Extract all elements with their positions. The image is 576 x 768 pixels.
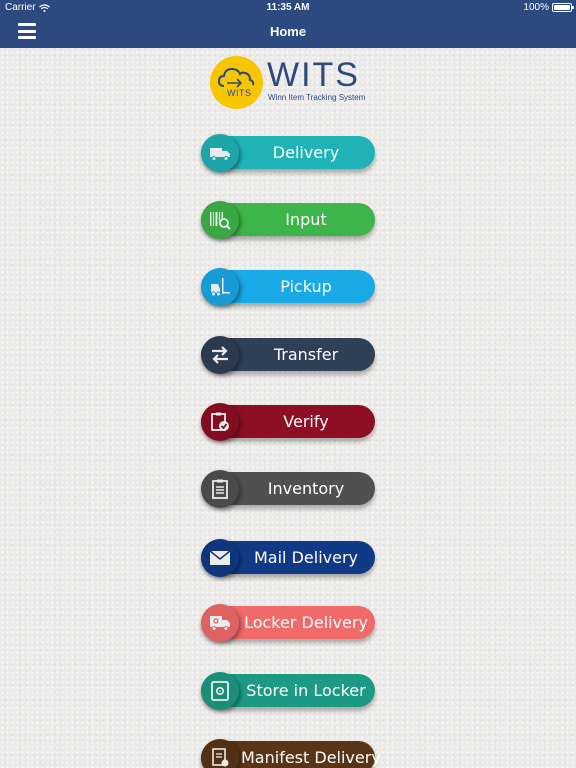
store-in-locker-label: Store in Locker	[246, 681, 366, 700]
manifest-delivery-label: Manifest Delivery	[241, 748, 381, 767]
transfer-arrows-icon	[201, 336, 239, 374]
mail-delivery-label: Mail Delivery	[254, 548, 358, 567]
forklift-icon	[201, 268, 239, 306]
locker-delivery-button[interactable]: Locker Delivery	[201, 604, 375, 642]
clipboard-list-icon	[201, 470, 239, 508]
verify-button[interactable]: Verify	[201, 403, 375, 441]
clipboard-check-icon	[201, 403, 239, 441]
pickup-label: Pickup	[280, 277, 332, 296]
transfer-label: Transfer	[273, 345, 339, 364]
input-label: Input	[285, 210, 327, 229]
delivery-label: Delivery	[272, 143, 340, 162]
transfer-button[interactable]: Transfer	[201, 336, 375, 374]
delivery-button[interactable]: Delivery	[201, 134, 375, 172]
mail-delivery-button[interactable]: Mail Delivery	[201, 539, 375, 577]
manifest-delivery-button[interactable]: Manifest Delivery	[201, 739, 381, 768]
locker-truck-icon	[201, 604, 239, 642]
envelope-icon	[201, 539, 239, 577]
barcode-search-icon	[201, 201, 239, 239]
safe-icon	[201, 672, 239, 710]
main-menu: Delivery Input Pickup Transfer Verify In…	[0, 0, 576, 768]
input-button[interactable]: Input	[201, 201, 375, 239]
inventory-label: Inventory	[267, 479, 345, 498]
truck-icon	[201, 134, 239, 172]
inventory-button[interactable]: Inventory	[201, 470, 375, 508]
verify-label: Verify	[283, 412, 329, 431]
locker-delivery-label: Locker Delivery	[244, 613, 368, 632]
pickup-button[interactable]: Pickup	[201, 268, 375, 306]
manifest-icon	[201, 739, 239, 768]
store-in-locker-button[interactable]: Store in Locker	[201, 672, 375, 710]
